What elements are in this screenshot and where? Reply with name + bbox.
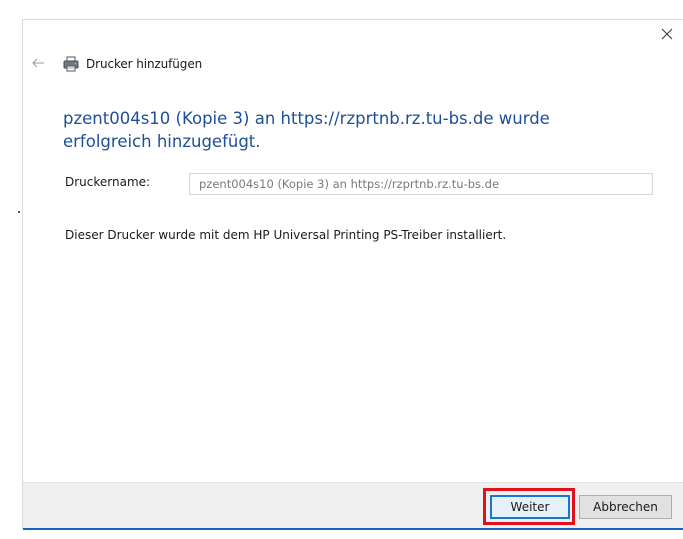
screenshot-stage: Drucker hinzufügen pzent004s10 (Kopie 3)… [0, 0, 683, 539]
dialog-title-row: Drucker hinzufügen [63, 55, 202, 73]
close-icon[interactable] [661, 28, 673, 40]
printer-icon [63, 56, 79, 72]
add-printer-dialog: Drucker hinzufügen pzent004s10 (Kopie 3)… [22, 19, 683, 530]
success-headline: pzent004s10 (Kopie 3) an https://rzprtnb… [63, 109, 550, 151]
printer-name-field[interactable]: pzent004s10 (Kopie 3) an https://rzprtnb… [189, 173, 653, 195]
close-button[interactable] [659, 26, 675, 42]
printer-name-label: Druckername: [65, 175, 151, 189]
dialog-title: Drucker hinzufügen [86, 57, 203, 71]
back-arrow-icon[interactable] [31, 58, 45, 68]
back-button[interactable] [31, 57, 45, 69]
cancel-button[interactable]: Abbrechen [579, 495, 672, 519]
window-bottom-border [23, 528, 683, 530]
stray-mark [18, 211, 20, 213]
next-button[interactable]: Weiter [490, 495, 570, 519]
driver-info-text: Dieser Drucker wurde mit dem HP Universa… [65, 228, 507, 242]
